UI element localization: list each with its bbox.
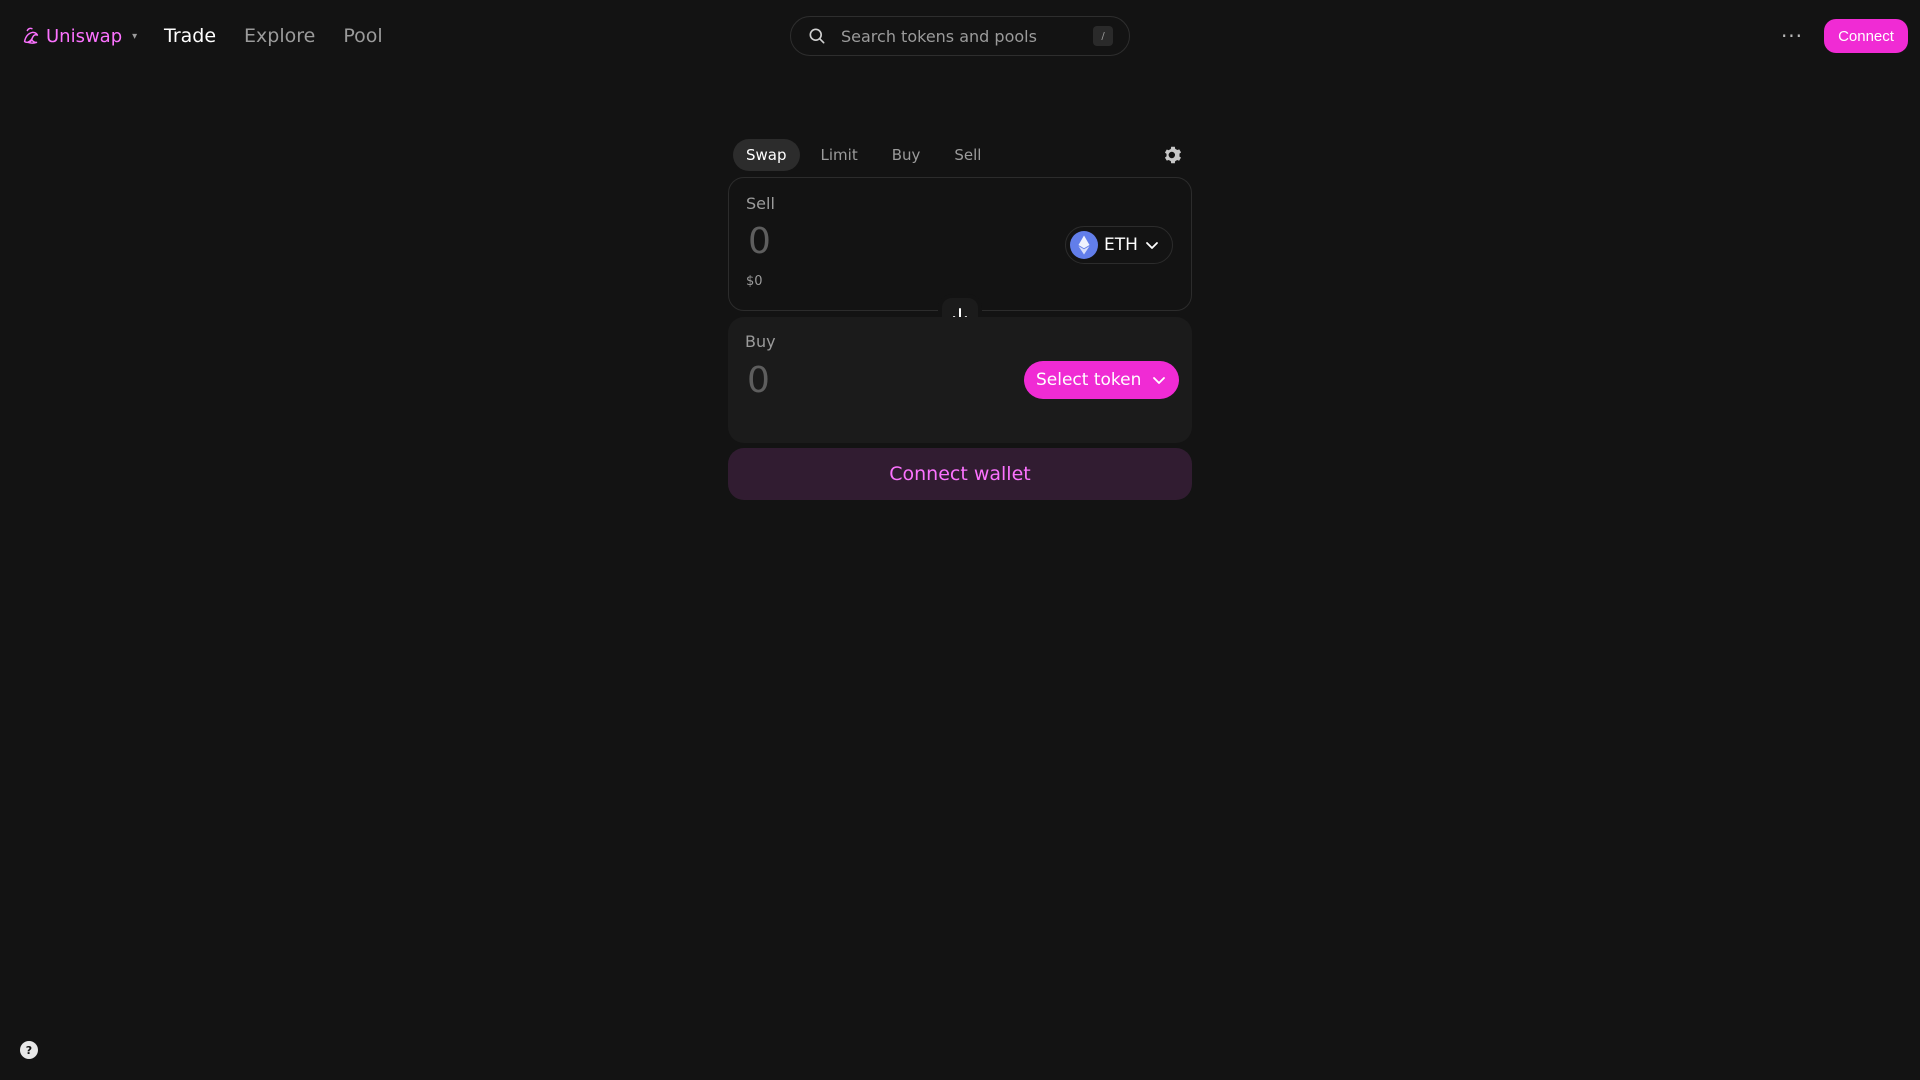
swap-tabs: Swap Limit Buy Sell	[733, 139, 994, 171]
sell-amount-input[interactable]	[746, 220, 1006, 263]
brand-menu[interactable]: Uniswap ▾	[20, 22, 137, 50]
search-input[interactable]	[839, 25, 1093, 47]
sell-usd-value: $0	[746, 274, 763, 289]
search-bar[interactable]: /	[790, 16, 1130, 56]
sell-panel: Sell ETH $0	[728, 177, 1192, 311]
chevron-down-icon	[1153, 377, 1166, 384]
more-options-button[interactable]: ···	[1776, 22, 1808, 50]
sell-label: Sell	[746, 194, 775, 213]
connect-wallet-button[interactable]: Connect wallet	[728, 448, 1192, 500]
sell-token-symbol: ETH	[1104, 235, 1138, 255]
nav-links: Trade Explore Pool	[164, 22, 383, 50]
nav-link-trade[interactable]: Trade	[164, 22, 216, 50]
buy-amount-input[interactable]	[745, 359, 1005, 402]
select-token-button[interactable]: Select token	[1024, 361, 1180, 399]
select-token-label: Select token	[1036, 370, 1142, 390]
settings-gear-icon[interactable]	[1162, 144, 1184, 166]
top-nav: Uniswap ▾ Trade Explore Pool / ··· Conne…	[0, 0, 1920, 72]
uniswap-logo-icon	[23, 27, 39, 44]
buy-label: Buy	[745, 332, 776, 351]
buy-panel: Buy Select token	[728, 317, 1192, 443]
eth-token-icon	[1070, 231, 1098, 259]
search-icon	[809, 28, 825, 44]
tab-buy[interactable]: Buy	[879, 139, 934, 171]
nav-link-explore[interactable]: Explore	[244, 22, 315, 50]
search-shortcut-badge: /	[1093, 26, 1113, 46]
tab-limit[interactable]: Limit	[808, 139, 871, 171]
chevron-down-icon	[1146, 242, 1158, 249]
nav-link-pool[interactable]: Pool	[343, 22, 382, 50]
tab-swap[interactable]: Swap	[733, 139, 800, 171]
sell-token-selector[interactable]: ETH	[1065, 226, 1173, 264]
help-icon[interactable]: ?	[20, 1041, 38, 1059]
tab-sell[interactable]: Sell	[941, 139, 994, 171]
connect-button[interactable]: Connect	[1824, 19, 1908, 53]
brand-name: Uniswap	[46, 25, 123, 47]
brand-caret-icon: ▾	[132, 30, 138, 42]
